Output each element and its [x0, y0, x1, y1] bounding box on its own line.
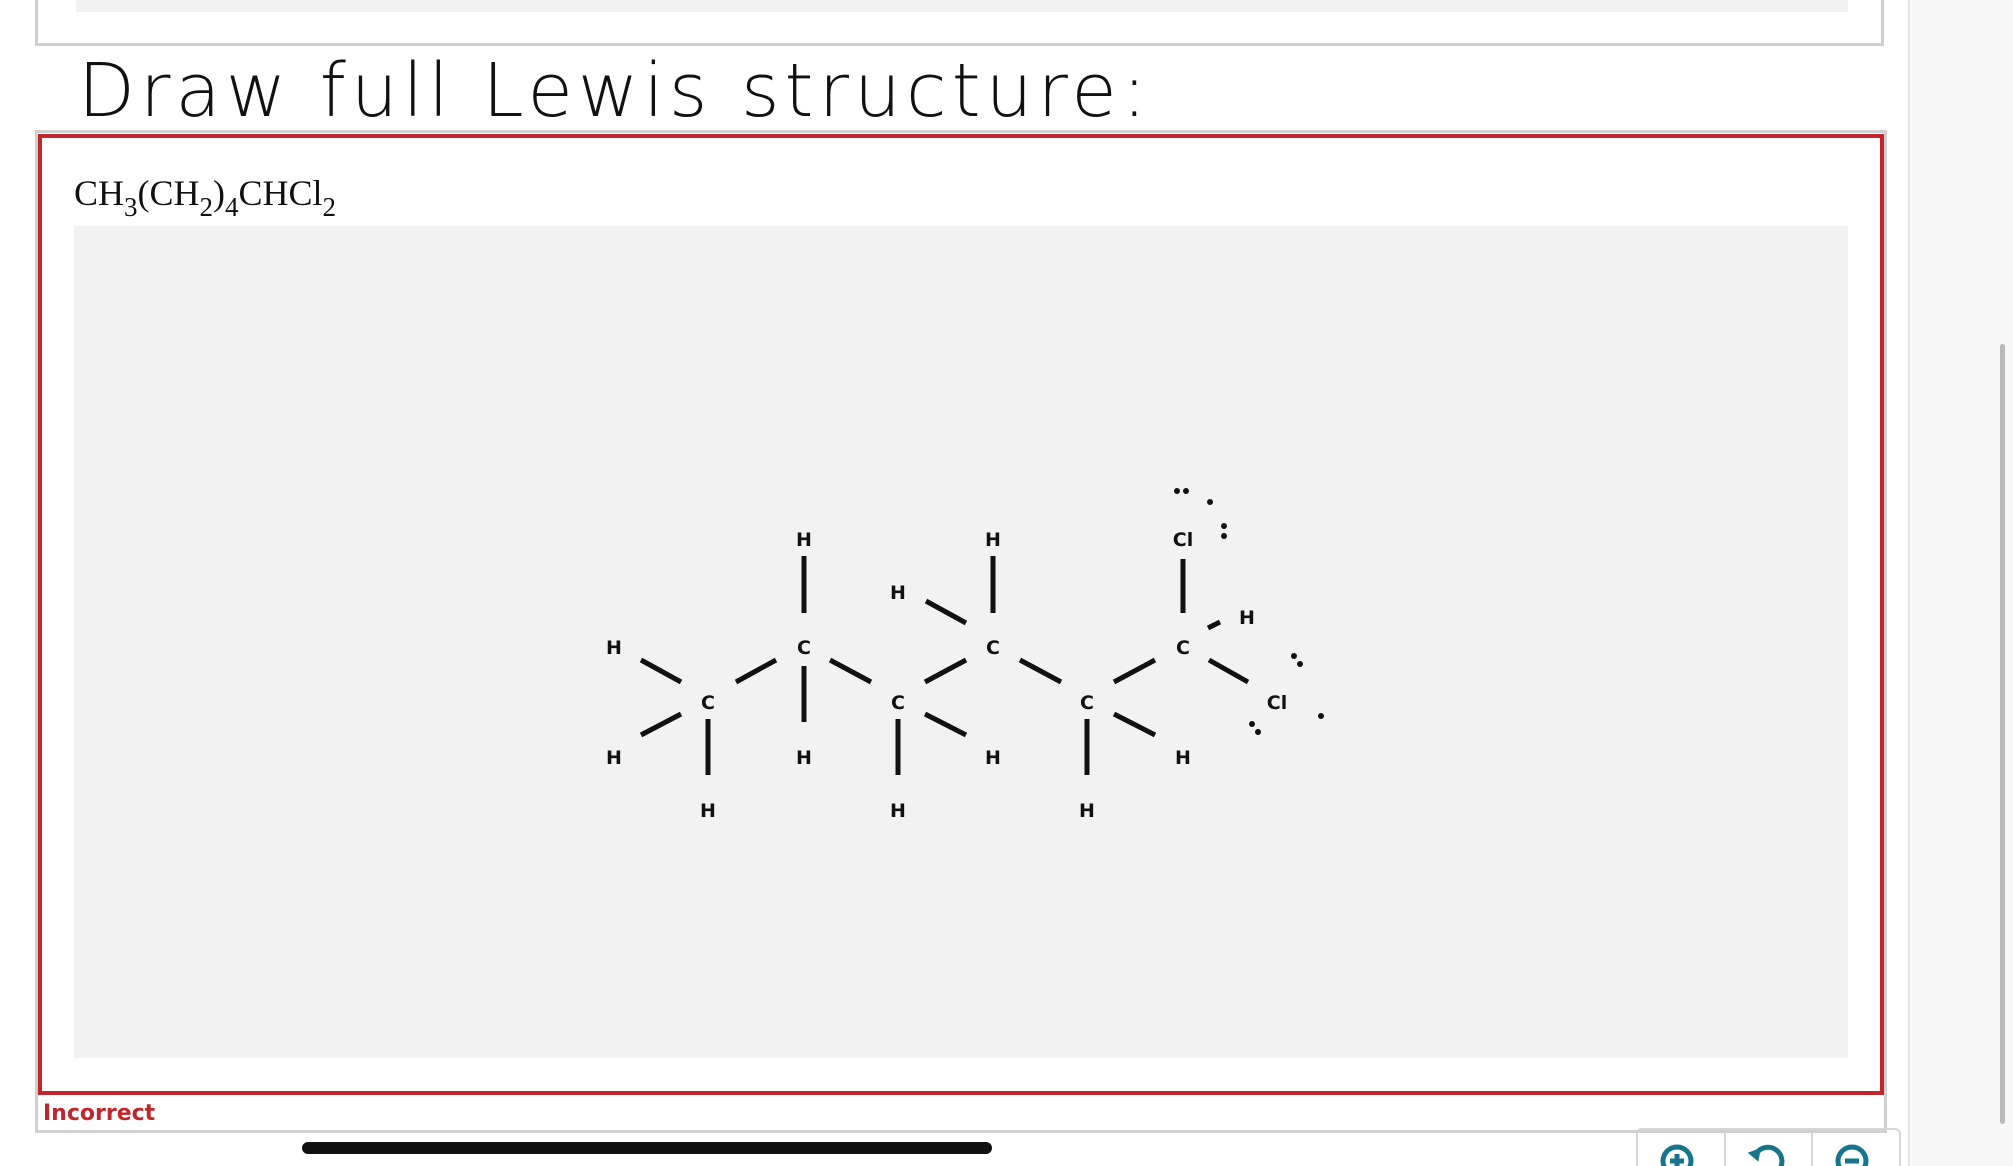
- electron-dot: [1174, 488, 1180, 494]
- lewis-structure-drawing: H H C H H C H C H H H C H C H Cl C H H C…: [606, 488, 1324, 822]
- electron-dot: [1297, 661, 1303, 667]
- hydrogen-atom: H: [1239, 607, 1255, 629]
- bond-line: [1018, 657, 1063, 685]
- handwritten-heading: Draw full Lewis structure:: [78, 48, 1152, 134]
- bond-line: [1112, 711, 1157, 738]
- feedback-status: Incorrect: [43, 1101, 156, 1126]
- electron-dot: [1183, 488, 1189, 494]
- bond-line: [828, 657, 873, 685]
- hydrogen-atom: H: [1175, 747, 1191, 769]
- carbon-atom: C: [891, 692, 905, 714]
- electron-dot: [1318, 713, 1324, 719]
- electron-dot: [1207, 499, 1213, 505]
- zoom-in-icon: [1660, 1144, 1694, 1166]
- bonds: [639, 556, 1250, 775]
- hydrogen-atom: H: [796, 529, 812, 551]
- bond-line: [639, 657, 683, 685]
- formula-subscript: 3: [124, 192, 138, 222]
- bond-line: [924, 598, 968, 626]
- formula-part: (CH: [137, 173, 200, 213]
- bond-line: [1112, 657, 1157, 685]
- electron-dot: [1291, 653, 1297, 659]
- previous-answer-area: [76, 0, 1848, 12]
- electron-dot: [1221, 523, 1227, 529]
- card-bottom-border: [147, 1130, 1887, 1133]
- hydrogen-atom: H: [985, 747, 1001, 769]
- hydrogen-atom: H: [985, 529, 1001, 551]
- carbon-atom: C: [1176, 637, 1190, 659]
- carbon-atom: C: [986, 637, 1000, 659]
- zoom-out-button[interactable]: [1813, 1130, 1899, 1166]
- hydrogen-atom: H: [606, 747, 622, 769]
- chlorine-atom: Cl: [1173, 529, 1193, 551]
- formula-part: CH: [74, 173, 125, 213]
- vertical-scrollbar[interactable]: [2000, 344, 2005, 1124]
- right-side-panel: [1908, 0, 2013, 1166]
- zoom-out-icon: [1835, 1144, 1869, 1166]
- hydrogen-atom: H: [890, 800, 906, 822]
- zoom-controls: [1636, 1128, 1901, 1166]
- bond-line: [734, 657, 778, 685]
- bond-line: [923, 711, 968, 738]
- formula-part: ): [213, 173, 226, 213]
- carbon-atom: C: [1080, 692, 1094, 714]
- bond-line: [1207, 657, 1250, 685]
- electron-dot: [1255, 729, 1261, 735]
- home-indicator[interactable]: [302, 1142, 992, 1154]
- reset-zoom-button[interactable]: [1726, 1130, 1814, 1166]
- formula-subscript: 4: [225, 192, 239, 222]
- page: Draw full Lewis structure: CH3(CH2)4CHCl…: [0, 0, 2013, 1166]
- drawing-canvas[interactable]: H H C H H C H C H H H C H C H Cl C H H C…: [74, 226, 1901, 1166]
- carbon-atom: C: [797, 637, 811, 659]
- hydrogen-atom: H: [1079, 800, 1095, 822]
- bond-line: [639, 711, 683, 738]
- hydrogen-atom: H: [796, 747, 812, 769]
- previous-question-card: [35, 0, 1884, 46]
- chlorine-atom: Cl: [1267, 692, 1287, 714]
- electron-dot: [1249, 721, 1255, 727]
- formula-part: CHCl: [238, 173, 323, 213]
- zoom-in-button[interactable]: [1638, 1130, 1726, 1166]
- formula-subscript: 2: [322, 192, 337, 222]
- bond-line: [1206, 619, 1222, 631]
- molecular-formula: CH3(CH2)4CHCl2: [74, 172, 336, 222]
- formula-subscript: 2: [199, 192, 214, 222]
- electron-dot: [1221, 533, 1227, 539]
- hydrogen-atom: H: [890, 582, 906, 604]
- bond-line: [923, 657, 968, 685]
- carbon-atom: C: [701, 692, 715, 714]
- reset-zoom-icon: [1747, 1144, 1784, 1166]
- hydrogen-atom: H: [606, 637, 622, 659]
- hydrogen-atom: H: [700, 800, 716, 822]
